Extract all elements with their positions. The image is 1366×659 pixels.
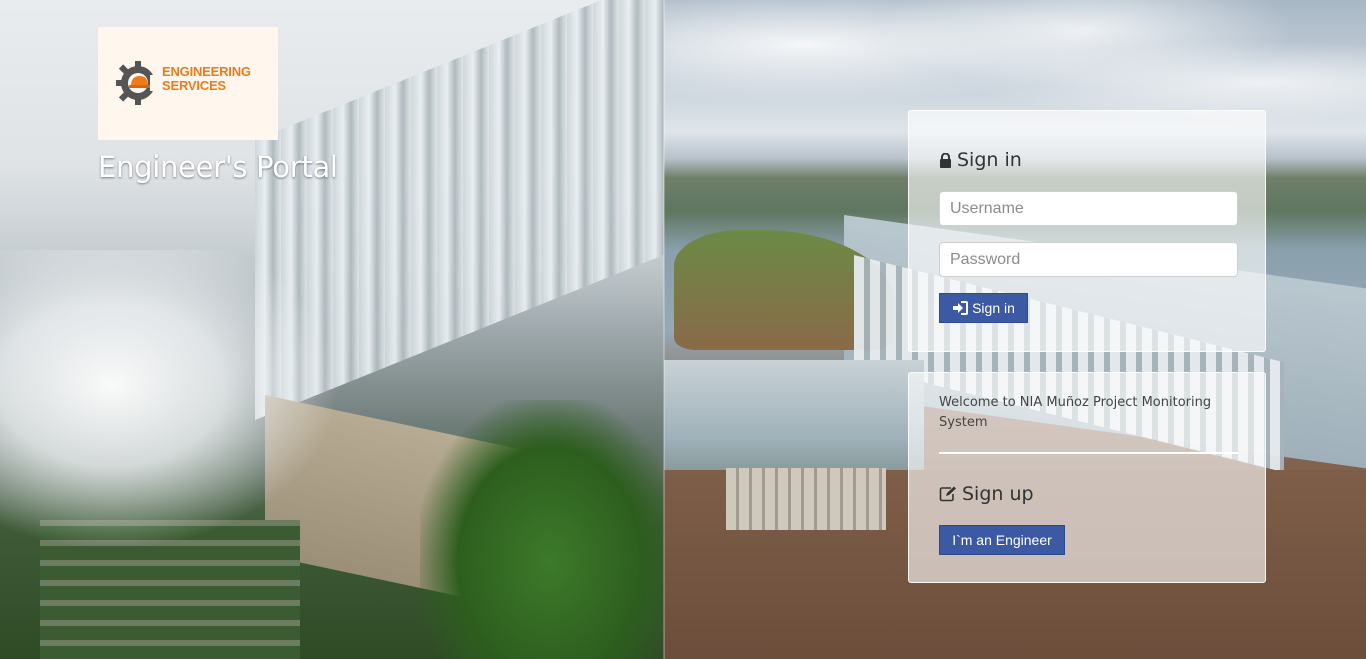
password-input[interactable]	[939, 242, 1238, 277]
lock-icon	[939, 152, 952, 168]
login-page: ENGINEERING SERVICES Engineer's Portal S…	[0, 0, 1366, 659]
signin-title: Sign in	[957, 149, 1022, 171]
signin-button-label: Sign in	[972, 300, 1015, 316]
portal-title: Engineer's Portal	[98, 150, 338, 184]
signin-panel: Sign in Sign in	[908, 110, 1266, 352]
mist-image	[0, 250, 340, 550]
signin-heading: Sign in	[939, 149, 1022, 171]
logo-text: ENGINEERING SERVICES	[162, 65, 251, 93]
background-divider	[663, 0, 665, 659]
brand-logo: ENGINEERING SERVICES	[98, 27, 278, 140]
logo-line-1: ENGINEERING	[162, 64, 251, 79]
signup-panel: Welcome to NIA Muñoz Project Monitoring …	[908, 372, 1266, 583]
signup-title: Sign up	[962, 483, 1034, 505]
gear-helmet-icon	[116, 61, 162, 105]
username-input[interactable]	[939, 191, 1238, 226]
panel-divider	[939, 452, 1238, 454]
trees-image	[420, 400, 664, 659]
welcome-text: Welcome to NIA Muñoz Project Monitoring …	[939, 395, 1212, 430]
signin-button[interactable]: Sign in	[939, 293, 1028, 323]
building-image	[726, 468, 886, 530]
logo-line-2: SERVICES	[162, 78, 226, 93]
signup-heading: Sign up	[939, 483, 1034, 505]
im-an-engineer-button[interactable]: I`m an Engineer	[939, 525, 1065, 555]
sign-in-icon	[952, 301, 969, 315]
edit-icon	[939, 486, 957, 502]
